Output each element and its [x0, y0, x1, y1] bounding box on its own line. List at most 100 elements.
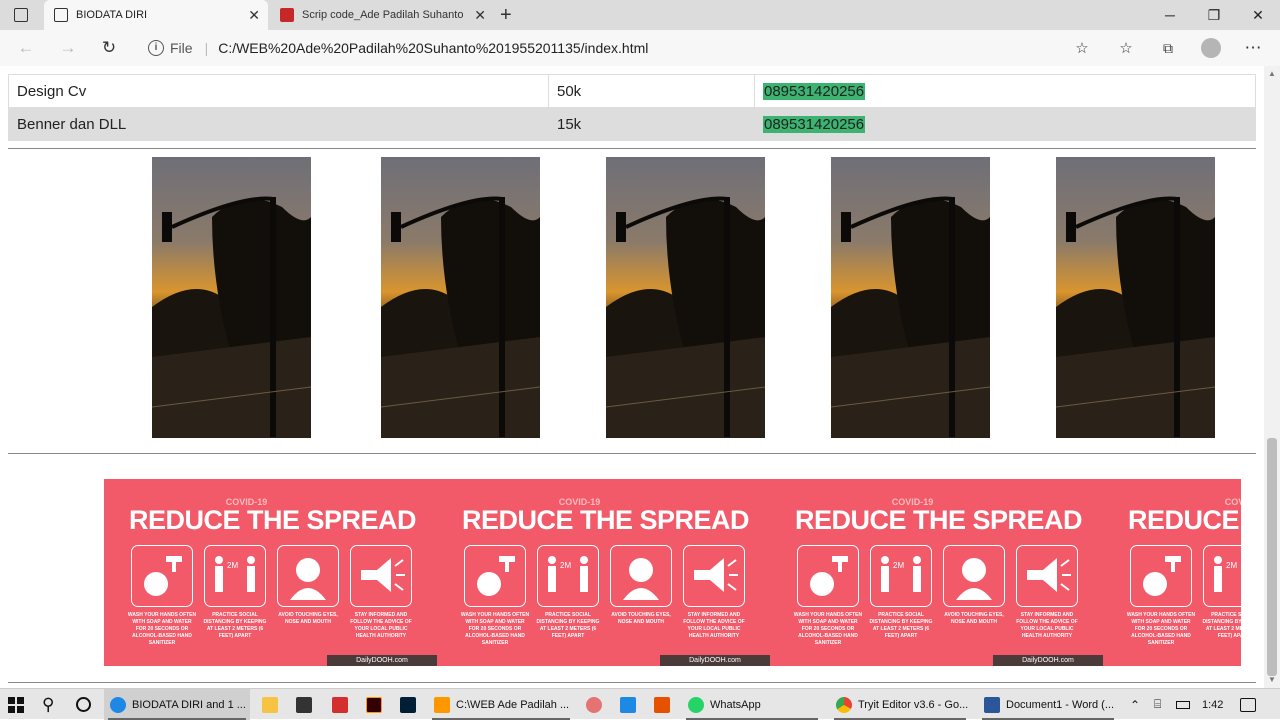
app-red-icon[interactable] [332, 689, 354, 720]
taskbar-item-label: C:\WEB Ade Padilah ... [456, 698, 570, 711]
banner-caption: AVOID TOUCHING EYES, NOSE AND MOUTH [611, 612, 671, 625]
svg-text:2M: 2M [1226, 561, 1237, 570]
taskbar: ⚲ BIODATA DIRI and 1 ... C:\WEB Ade Padi… [0, 688, 1280, 720]
wash-hands-icon [797, 545, 859, 607]
window-close-button[interactable]: ✕ [1236, 0, 1280, 30]
collections-icon[interactable]: ⧉ [1154, 36, 1182, 60]
pdf-icon [280, 8, 294, 22]
reload-button[interactable]: ↻ [95, 36, 123, 60]
banner-brand: DailyDOOH.com [327, 655, 437, 666]
notification-icon[interactable] [1240, 689, 1256, 720]
price-cell: 50k [548, 74, 755, 108]
taskbar-item-edge[interactable]: BIODATA DIRI and 1 ... [104, 689, 250, 720]
contact-cell: 089531420256 [754, 74, 1256, 108]
file-explorer-icon[interactable] [262, 689, 284, 720]
scrollbar-thumb[interactable] [1267, 438, 1277, 676]
photoshop-icon[interactable] [400, 689, 422, 720]
task-view-icon[interactable] [76, 689, 91, 720]
tab-biodata[interactable]: BIODATA DIRI ✕ [44, 0, 268, 30]
taskbar-item-whatsapp[interactable]: WhatsApp [682, 689, 822, 720]
covid-banner: COVID-19 REDUCE THE SPREAD WASH YOUR HANDS… [104, 479, 1241, 666]
maximize-button[interactable]: ❐ [1192, 0, 1236, 30]
app-circle-icon[interactable] [586, 689, 608, 720]
tab-script-code[interactable]: Scrip code_Ade Padilah Suhanto ✕ [270, 0, 494, 30]
gallery-photo [381, 157, 540, 438]
info-icon[interactable]: i [148, 40, 164, 56]
url-text[interactable]: C:/WEB%20Ade%20Padilah%20Suhanto%2019552… [218, 40, 648, 56]
gallery-photo [831, 157, 990, 438]
banner-title: REDUCE THE SPREAD [129, 505, 417, 535]
taskbar-item-chrome[interactable]: Tryit Editor v3.6 - Go... [830, 689, 970, 720]
chevron-up-icon[interactable]: ⌃ [1130, 689, 1140, 720]
divider [8, 148, 1256, 149]
taskbar-item-label: Tryit Editor v3.6 - Go... [858, 698, 969, 711]
app-blue-icon[interactable] [620, 689, 642, 720]
banner-panel: COVID-19REDUCE THE SPREADWASH YOUR HANDS… [104, 479, 438, 666]
banner-title: REDUCE THE SPREAD [1128, 505, 1241, 535]
address-bar: ← → ↻ i File | C:/WEB%20Ade%20Padilah%20… [0, 30, 1280, 66]
banner-caption: STAY INFORMED AND FOLLOW THE ADVICE OF Y… [1016, 612, 1078, 639]
phone-number: 089531420256 [763, 115, 866, 133]
banner-caption: PRACTICE SOCIAL DISTANCING BY KEEPING AT… [203, 612, 267, 639]
new-tab-button[interactable]: + [500, 4, 512, 27]
url-separator: | [204, 40, 209, 56]
clock-time[interactable]: 1:42 [1202, 689, 1223, 720]
taskbar-item-word[interactable]: Document1 - Word (... [978, 689, 1118, 720]
contact-cell: 089531420256 [754, 107, 1256, 141]
wash-hands-icon [464, 545, 526, 607]
svg-text:2M: 2M [227, 561, 238, 570]
table-row: Benner dan DLL 15k 089531420256 [8, 107, 1256, 141]
windows-icon [8, 696, 24, 713]
forward-button[interactable]: → [54, 36, 82, 60]
matlab-icon[interactable] [654, 689, 676, 720]
banner-caption: STAY INFORMED AND FOLLOW THE ADVICE OF Y… [350, 612, 412, 639]
megaphone-icon [350, 545, 412, 607]
banner-caption: AVOID TOUCHING EYES, NOSE AND MOUTH [278, 612, 338, 625]
service-cell: Design Cv [8, 74, 549, 108]
battery-icon[interactable] [1176, 689, 1190, 720]
banner-caption: AVOID TOUCHING EYES, NOSE AND MOUTH [944, 612, 1004, 625]
store-icon[interactable] [296, 689, 318, 720]
gallery-photo [606, 157, 765, 438]
word-icon [984, 696, 1000, 713]
page-viewport: Design Cv 50k 089531420256 Benner dan DL… [0, 66, 1264, 688]
edge-icon [110, 696, 126, 713]
megaphone-icon [1016, 545, 1078, 607]
service-cell: Benner dan DLL [8, 107, 549, 141]
banner-caption: PRACTICE SOCIAL DISTANCING BY KEEPING AT… [536, 612, 600, 639]
minimize-button[interactable]: ─ [1148, 0, 1192, 30]
scroll-down-icon[interactable]: ▼ [1264, 672, 1280, 688]
price-cell: 15k [548, 107, 755, 141]
banner-caption: WASH YOUR HANDS OFTEN WITH SOAP AND WATE… [460, 612, 530, 646]
url-scheme-label: File [170, 40, 193, 56]
close-icon[interactable]: ✕ [248, 8, 260, 22]
banner-panel: COVID-19REDUCE THE SPREADWASH YOUR HANDS… [770, 479, 1104, 666]
illustrator-icon[interactable] [366, 689, 388, 720]
tab-label: Scrip code_Ade Padilah Suhanto [302, 9, 464, 21]
social-distance-icon: 2M [537, 545, 599, 607]
network-icon[interactable]: ⌸ [1154, 689, 1161, 720]
whatsapp-icon [688, 696, 704, 713]
more-menu-icon[interactable]: ⋯ [1239, 36, 1267, 60]
tab-actions-icon[interactable] [14, 8, 28, 22]
start-button[interactable] [8, 689, 24, 720]
tab-label: BIODATA DIRI [76, 9, 148, 21]
banner-panel: COVID-19REDUCE THE SPREADWASH YOUR HANDS… [437, 479, 771, 666]
banner-title: REDUCE THE SPREAD [462, 505, 750, 535]
banner-brand: DailyDOOH.com [993, 655, 1103, 666]
url-field[interactable]: i File | C:/WEB%20Ade%20Padilah%20Suhant… [140, 34, 1100, 62]
search-icon[interactable]: ⚲ [42, 689, 54, 720]
phone-number: 089531420256 [763, 82, 866, 100]
back-button[interactable]: ← [12, 36, 40, 60]
gallery-photo [152, 157, 311, 438]
avoid-touching-face-icon [610, 545, 672, 607]
favorites-icon[interactable]: ☆ [1112, 36, 1140, 60]
profile-avatar[interactable] [1197, 36, 1225, 60]
close-icon[interactable]: ✕ [474, 8, 486, 22]
taskbar-item-label: WhatsApp [710, 698, 761, 711]
scroll-up-icon[interactable]: ▲ [1264, 66, 1280, 82]
vertical-scrollbar[interactable]: ▲ ▼ [1264, 66, 1280, 688]
banner-caption: WASH YOUR HANDS OFTEN WITH SOAP AND WATE… [793, 612, 863, 646]
add-favorite-icon[interactable]: ☆ [1068, 36, 1096, 60]
taskbar-item-sublime[interactable]: C:\WEB Ade Padilah ... [428, 689, 574, 720]
